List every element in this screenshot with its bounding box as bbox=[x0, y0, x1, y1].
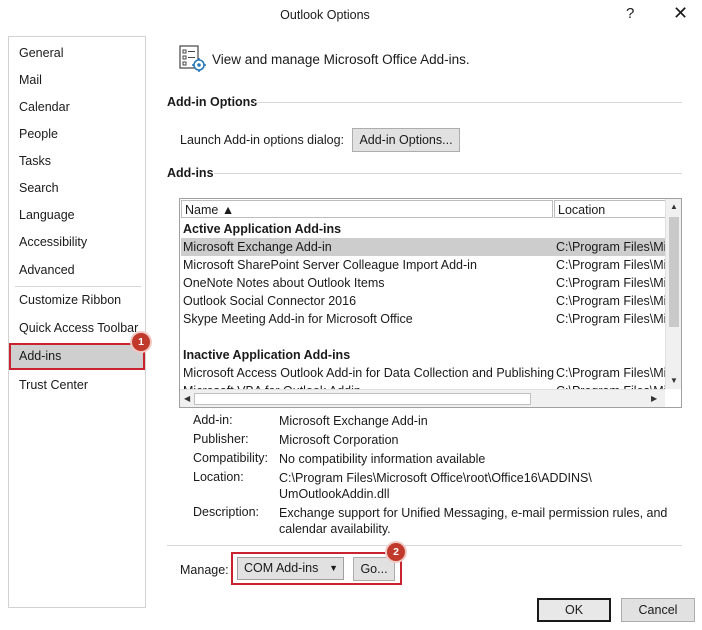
step-badge-2: 2 bbox=[387, 543, 405, 561]
manage-label: Manage: bbox=[180, 563, 229, 577]
detail-value-location-line1: C:\Program Files\Microsoft Office\root\O… bbox=[279, 471, 592, 485]
step-badge-1: 1 bbox=[132, 333, 150, 351]
sidebar-item-people[interactable]: People bbox=[9, 122, 145, 147]
scroll-up-icon[interactable]: ▲ bbox=[670, 202, 678, 211]
addins-icon bbox=[179, 45, 206, 72]
detail-value-addin: Microsoft Exchange Add-in bbox=[279, 414, 428, 428]
sidebar-item-add-ins[interactable]: Add-ins bbox=[9, 343, 145, 370]
list-item[interactable]: Microsoft SharePoint Server Colleague Im… bbox=[181, 256, 665, 274]
detail-label-location: Location: bbox=[193, 470, 244, 484]
sidebar: General Mail Calendar People Tasks Searc… bbox=[8, 36, 146, 608]
sidebar-item-general[interactable]: General bbox=[9, 41, 145, 66]
detail-value-description-line1: Exchange support for Unified Messaging, … bbox=[279, 506, 668, 520]
sidebar-item-calendar[interactable]: Calendar bbox=[9, 95, 145, 120]
close-button[interactable]: ✕ bbox=[673, 3, 688, 24]
section-divider bbox=[254, 102, 682, 103]
sidebar-item-advanced[interactable]: Advanced bbox=[9, 258, 145, 283]
detail-value-publisher: Microsoft Corporation bbox=[279, 433, 399, 447]
sidebar-item-customize-ribbon[interactable]: Customize Ribbon bbox=[9, 288, 145, 313]
detail-value-description-line2: calendar availability. bbox=[279, 522, 391, 536]
manage-select[interactable]: COM Add-ins ▼ bbox=[237, 557, 344, 580]
sidebar-item-mail[interactable]: Mail bbox=[9, 68, 145, 93]
sidebar-item-search[interactable]: Search bbox=[9, 176, 145, 201]
group-header-active: Active Application Add-ins bbox=[183, 222, 342, 236]
title-bar: Outlook Options ? ✕ bbox=[0, 0, 702, 30]
column-header-location[interactable]: Location bbox=[554, 200, 666, 218]
window-title: Outlook Options bbox=[280, 8, 370, 22]
detail-label-publisher: Publisher: bbox=[193, 432, 249, 446]
addins-list[interactable]: Name ▲ Location Active Application Add-i… bbox=[179, 198, 682, 408]
sidebar-item-tasks[interactable]: Tasks bbox=[9, 149, 145, 174]
detail-label-description: Description: bbox=[193, 505, 259, 519]
section-divider bbox=[167, 545, 682, 546]
addin-options-button[interactable]: Add-in Options... bbox=[352, 128, 460, 152]
scroll-right-icon[interactable]: ▶ bbox=[651, 394, 657, 403]
sidebar-separator bbox=[15, 286, 141, 287]
section-title-addin-options: Add-in Options bbox=[167, 95, 258, 109]
vertical-scroll-thumb[interactable] bbox=[669, 217, 679, 327]
help-button[interactable]: ? bbox=[626, 5, 634, 22]
dropdown-arrow-icon: ▼ bbox=[329, 563, 338, 573]
list-item[interactable]: Microsoft Access Outlook Add-in for Data… bbox=[181, 364, 665, 382]
section-title-addins: Add-ins bbox=[167, 166, 214, 180]
group-header-inactive: Inactive Application Add-ins bbox=[183, 348, 351, 362]
detail-value-location-line2: UmOutlookAddin.dll bbox=[279, 487, 390, 501]
go-button[interactable]: Go... bbox=[353, 557, 395, 581]
list-item[interactable]: Microsoft Exchange Add-in C:\Program File… bbox=[181, 238, 665, 256]
list-item[interactable]: Skype Meeting Add-in for Microsoft Offic… bbox=[181, 310, 665, 328]
sidebar-item-accessibility[interactable]: Accessibility bbox=[9, 230, 145, 255]
detail-value-compatibility: No compatibility information available bbox=[279, 452, 486, 466]
ok-button[interactable]: OK bbox=[537, 598, 611, 622]
horizontal-scrollbar[interactable]: ◀ ▶ bbox=[180, 389, 665, 407]
scroll-left-icon[interactable]: ◀ bbox=[184, 394, 190, 403]
sidebar-item-trust-center[interactable]: Trust Center bbox=[9, 373, 145, 398]
launch-label: Launch Add-in options dialog: bbox=[180, 133, 345, 147]
cancel-button[interactable]: Cancel bbox=[621, 598, 695, 622]
manage-select-value: COM Add-ins bbox=[244, 561, 319, 575]
detail-label-compatibility: Compatibility: bbox=[193, 451, 269, 465]
horizontal-scroll-thumb[interactable] bbox=[194, 393, 531, 405]
section-divider bbox=[214, 173, 682, 174]
scroll-down-icon[interactable]: ▼ bbox=[670, 376, 678, 385]
list-item[interactable]: Outlook Social Connector 2016 C:\Program … bbox=[181, 292, 665, 310]
sidebar-item-quick-access-toolbar[interactable]: Quick Access Toolbar bbox=[9, 316, 145, 341]
sidebar-item-language[interactable]: Language bbox=[9, 203, 145, 228]
column-header-name[interactable]: Name ▲ bbox=[181, 200, 553, 218]
detail-label-addin: Add-in: bbox=[193, 413, 233, 427]
page-heading: View and manage Microsoft Office Add-ins… bbox=[212, 52, 470, 67]
vertical-scrollbar[interactable]: ▲ ▼ bbox=[665, 199, 681, 389]
list-item[interactable]: OneNote Notes about Outlook Items C:\Prog… bbox=[181, 274, 665, 292]
